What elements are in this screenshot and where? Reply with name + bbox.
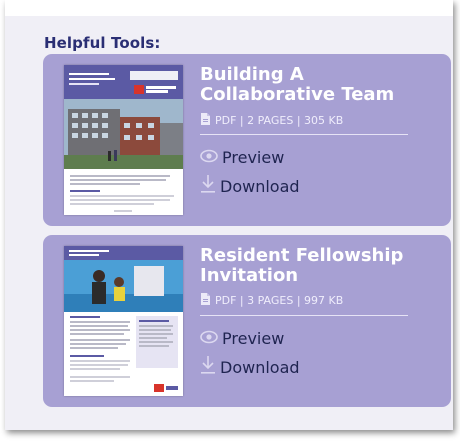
download-label: Download — [220, 357, 300, 377]
tool-card-resident-fellowship: Resident Fellowship Invitation PDF | 3 P… — [43, 235, 451, 407]
file-icon — [200, 293, 211, 308]
thumbnail-image-fellowship — [64, 246, 183, 396]
document-meta: PDF | 2 PAGES | 305 KB — [200, 113, 343, 128]
file-icon — [200, 113, 211, 128]
preview-label: Preview — [222, 148, 285, 167]
eye-icon — [200, 329, 218, 348]
document-meta: PDF | 3 PAGES | 997 KB — [200, 293, 343, 308]
document-thumbnail[interactable] — [64, 65, 183, 215]
download-link[interactable]: Download — [200, 174, 300, 198]
eye-icon — [200, 148, 218, 167]
download-link[interactable]: Download — [200, 355, 300, 379]
divider — [200, 134, 408, 135]
preview-label: Preview — [222, 329, 285, 348]
document-meta-text: PDF | 2 PAGES | 305 KB — [215, 114, 344, 127]
helpful-tools-panel: Helpful Tools: Building A Collaborative … — [5, 0, 453, 430]
download-label: Download — [220, 176, 300, 196]
preview-link[interactable]: Preview — [200, 148, 284, 167]
preview-link[interactable]: Preview — [200, 329, 284, 348]
section-heading: Helpful Tools: — [44, 34, 161, 52]
document-title[interactable]: Building A Collaborative Team — [200, 65, 440, 105]
document-thumbnail[interactable] — [64, 246, 183, 396]
download-icon — [200, 355, 216, 379]
divider — [200, 315, 408, 316]
tool-card-building-team: Building A Collaborative Team PDF | 2 PA… — [43, 54, 451, 226]
panel-top-strip — [5, 0, 453, 16]
document-meta-text: PDF | 3 PAGES | 997 KB — [215, 294, 344, 307]
thumbnail-image-building — [64, 65, 183, 215]
download-icon — [200, 174, 216, 198]
document-title[interactable]: Resident Fellowship Invitation — [200, 246, 440, 286]
